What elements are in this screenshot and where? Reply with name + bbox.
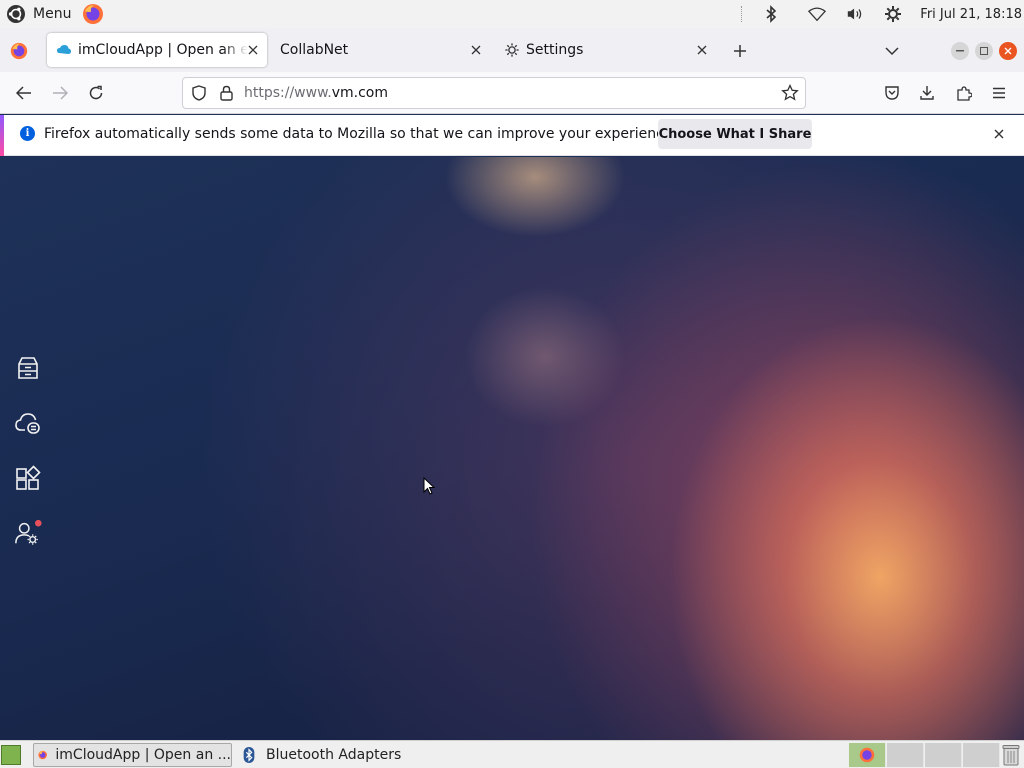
database-icon (18, 357, 38, 379)
puzzle-icon (957, 86, 972, 101)
reload-icon (89, 85, 103, 100)
downloads-button[interactable] (914, 81, 940, 105)
workspace-2[interactable] (887, 743, 924, 767)
panel-separator (741, 6, 743, 22)
tab-collabnet[interactable]: CollabNet (270, 33, 490, 67)
cloud-server-icon (15, 413, 40, 434)
tracking-protection-shield-icon[interactable] (192, 85, 206, 101)
pocket-button[interactable] (879, 81, 905, 105)
bluetooth-icon[interactable] (762, 5, 780, 23)
firefox-icon (10, 42, 28, 60)
url-text[interactable]: https://www.vm.com (244, 85, 388, 101)
workspace-4[interactable] (963, 743, 1000, 767)
chevron-down-icon (885, 47, 899, 56)
page-content (0, 157, 1024, 740)
plus-icon (734, 45, 746, 57)
maximize-icon (980, 47, 988, 55)
trash-icon[interactable] (1002, 744, 1020, 766)
firefox-icon (38, 750, 47, 760)
tab-title: CollabNet (280, 42, 349, 58)
firefox-launcher-icon[interactable] (82, 3, 104, 25)
close-icon (1004, 47, 1012, 55)
workspace-3[interactable] (925, 743, 962, 767)
taskbar-item-bluetooth[interactable]: Bluetooth Adapters (238, 743, 438, 767)
taskbar-item-label: Bluetooth Adapters (266, 747, 402, 763)
notification-accent-bar (0, 115, 4, 156)
system-settings-icon[interactable] (884, 5, 902, 23)
firefox-icon (859, 747, 875, 763)
apps-icon (16, 465, 41, 490)
pocket-icon (885, 86, 899, 100)
gear-icon (505, 43, 519, 57)
navigation-toolbar: https://www.vm.com (0, 72, 1024, 114)
close-notification-button[interactable] (990, 125, 1008, 143)
notification-message: Firefox automatically sends some data to… (44, 126, 677, 142)
taskbar-item-label: imCloudApp | Open an ... (55, 747, 231, 763)
bottom-taskbar: imCloudApp | Open an ... Bluetooth Adapt… (0, 740, 1024, 768)
tab-settings[interactable]: Settings (496, 33, 716, 67)
extensions-button[interactable] (951, 81, 977, 105)
system-menu-button[interactable]: Menu (0, 0, 104, 28)
close-window-button[interactable] (999, 42, 1017, 60)
minimize-icon (956, 50, 964, 52)
imcloudapp-favicon-icon (57, 45, 71, 54)
system-top-panel: Menu Fri Jul 21, 18:18 (0, 0, 1024, 28)
close-icon (994, 129, 1004, 139)
wifi-icon[interactable] (808, 5, 827, 23)
reload-button[interactable] (83, 81, 109, 105)
workspace-1[interactable] (849, 743, 886, 767)
back-button[interactable] (11, 81, 37, 105)
tab-title: Settings (526, 42, 584, 58)
firefox-view-button[interactable] (6, 38, 32, 64)
taskbar-item-firefox[interactable]: imCloudApp | Open an ... (33, 743, 232, 767)
list-all-tabs-button[interactable] (882, 41, 902, 61)
minimize-button[interactable] (951, 42, 969, 60)
data-reporting-notification: i Firefox automatically sends some data … (0, 115, 1024, 156)
sidebar-item-cloud[interactable] (14, 409, 42, 437)
tab-imcloudapp[interactable]: imCloudApp | Open an enterprise (47, 33, 267, 67)
url-domain: vm.com (331, 85, 388, 101)
system-menu-label: Menu (33, 6, 72, 22)
ubuntu-logo-icon (7, 5, 25, 23)
new-tab-button[interactable] (730, 41, 750, 61)
close-tab-icon[interactable] (245, 42, 261, 58)
bookmark-star-icon[interactable] (781, 84, 799, 102)
hamburger-menu-icon (993, 87, 1005, 99)
lock-icon[interactable] (220, 85, 233, 101)
download-icon (920, 86, 934, 100)
url-bar[interactable]: https://www.vm.com (182, 77, 806, 109)
forward-button[interactable] (47, 81, 73, 105)
sidebar-item-apps[interactable] (14, 464, 42, 492)
arrow-right-icon (53, 86, 68, 100)
tab-strip: imCloudApp | Open an enterprise CollabNe… (0, 28, 1024, 72)
user-settings-icon (15, 519, 42, 545)
close-tab-icon[interactable] (694, 42, 710, 58)
bluetooth-icon (243, 747, 255, 763)
maximize-button[interactable] (975, 42, 993, 60)
info-icon: i (20, 126, 35, 141)
app-menu-button[interactable] (986, 81, 1012, 105)
tab-title: imCloudApp | Open an enterprise (78, 42, 248, 58)
show-desktop-button[interactable] (1, 745, 21, 765)
sidebar-item-storage[interactable] (14, 354, 42, 382)
mouse-pointer-icon (423, 477, 435, 495)
sidebar-item-user-settings[interactable] (14, 519, 42, 547)
url-prefix: https://www. (244, 85, 332, 101)
arrow-left-icon (16, 86, 31, 100)
close-tab-icon[interactable] (468, 42, 484, 58)
clock[interactable]: Fri Jul 21, 18:18 (920, 7, 1022, 22)
notification-dot (35, 519, 42, 527)
volume-icon[interactable] (846, 5, 864, 23)
choose-what-i-share-button[interactable]: Choose What I Share (658, 119, 812, 149)
